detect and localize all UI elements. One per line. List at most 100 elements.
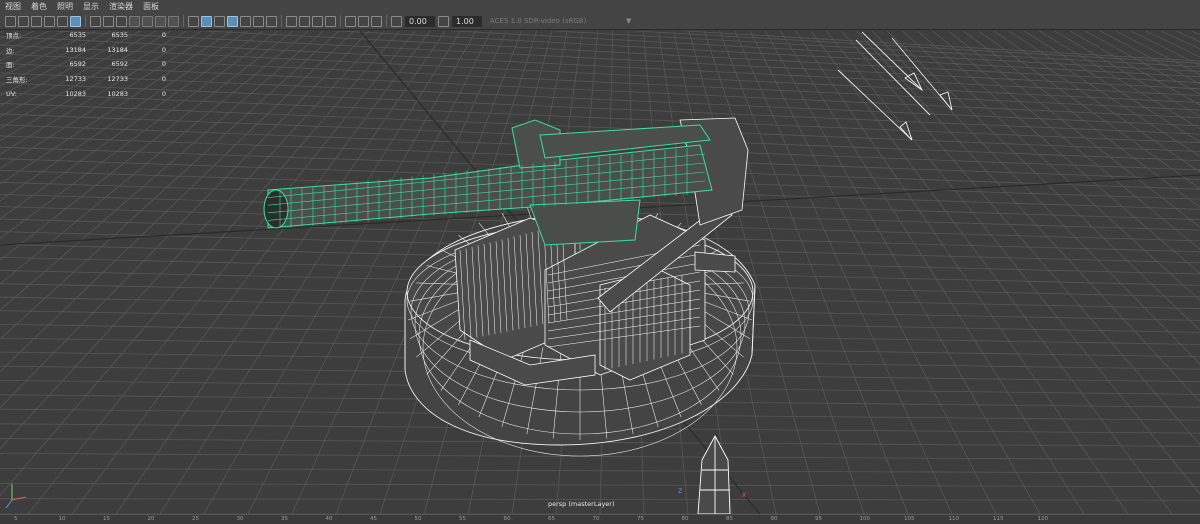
wireframe-on-shaded-icon[interactable] xyxy=(227,15,238,27)
ruler-tick-label: 115 xyxy=(993,516,1004,522)
ruler-tick-label: 5 xyxy=(14,516,18,522)
grease-pencil-icon[interactable] xyxy=(57,15,68,27)
ruler-tick-label: 55 xyxy=(459,516,466,522)
camera-attributes-icon[interactable] xyxy=(18,15,29,27)
ruler-tick-label: 50 xyxy=(414,516,422,522)
toolbar-divider xyxy=(281,15,282,27)
3d-viewport[interactable] xyxy=(0,31,1200,514)
exposure-field[interactable]: 0.00 xyxy=(405,15,435,27)
axis-x-label: X xyxy=(742,492,747,499)
hud-value: 6592 xyxy=(111,60,128,69)
gate-mask-icon[interactable] xyxy=(129,15,140,27)
hud-value: 13184 xyxy=(107,45,128,54)
hud-row: 顶点: 6535 6535 0 xyxy=(6,28,166,43)
hud-value: 6592 xyxy=(69,60,86,69)
hud-label: 三角形: xyxy=(6,76,28,85)
menu-panels[interactable]: 面板 xyxy=(138,0,164,13)
textured-icon[interactable] xyxy=(240,15,251,27)
ruler-tick-label: 60 xyxy=(503,516,511,522)
depth-of-field-icon[interactable] xyxy=(325,15,336,27)
shadows-icon[interactable] xyxy=(266,15,277,27)
toolbar-divider xyxy=(386,15,387,27)
axis-z-label: Z xyxy=(678,488,683,495)
hud-value: 0 xyxy=(161,89,166,98)
ruler-tick-label: 80 xyxy=(681,516,689,522)
color-space-dropdown[interactable]: ACES 1.0 SDR-video (sRGB) xyxy=(484,17,626,25)
safe-action-icon[interactable] xyxy=(155,15,166,27)
safe-title-icon[interactable] xyxy=(168,15,179,27)
field-chart-icon[interactable] xyxy=(142,15,153,27)
hud-value: 0 xyxy=(161,75,166,84)
toolbar-divider xyxy=(183,15,184,27)
resolution-gate-icon[interactable] xyxy=(116,15,127,27)
xray-joints-icon[interactable] xyxy=(371,15,382,27)
hud-row: 边: 13184 13184 0 xyxy=(6,43,166,58)
hud-value: 6535 xyxy=(69,31,86,40)
hud-value: 13184 xyxy=(65,45,86,54)
hud-row: UV: 10283 10283 0 xyxy=(6,86,166,101)
xray-icon[interactable] xyxy=(358,15,369,27)
hud-label: 顶点: xyxy=(6,32,22,41)
film-gate-icon[interactable] xyxy=(103,15,114,27)
viewport-toolbar: 0.00 1.00 ACES 1.0 SDR-video (sRGB) ▼ xyxy=(0,13,1200,30)
ruler-tick-label: 70 xyxy=(592,516,600,522)
camera-label: persp (masterLayer) xyxy=(548,500,615,508)
ruler-tick-label: 75 xyxy=(637,516,644,522)
image-plane-icon[interactable] xyxy=(44,15,55,27)
hud-row: 三角形: 12733 12733 0 xyxy=(6,72,166,87)
hud-label: UV: xyxy=(6,89,17,98)
menu-shading[interactable]: 着色 xyxy=(26,0,52,13)
select-camera-icon[interactable] xyxy=(5,15,16,27)
hud-value: 0 xyxy=(161,31,166,40)
motion-blur-icon[interactable] xyxy=(299,15,310,27)
wireframe-icon[interactable] xyxy=(188,15,199,27)
use-all-lights-icon[interactable] xyxy=(253,15,264,27)
smooth-shade-icon[interactable] xyxy=(201,15,212,27)
ruler-tick-label: 110 xyxy=(948,516,960,522)
menu-view[interactable]: 视图 xyxy=(0,0,26,13)
hud-value: 6535 xyxy=(111,31,128,40)
2d-pan-zoom-icon[interactable] xyxy=(70,15,81,27)
ruler-tick-label: 105 xyxy=(904,516,915,522)
ruler-tick-label: 25 xyxy=(192,516,199,522)
hud-row: 面: 6592 6592 0 xyxy=(6,57,166,72)
toolbar-divider xyxy=(340,15,341,27)
menu-show[interactable]: 显示 xyxy=(78,0,104,13)
hud-value: 10283 xyxy=(107,89,128,98)
isolate-select-icon[interactable] xyxy=(345,15,356,27)
viewport-menubar: 视图 着色 照明 显示 渲染器 面板 xyxy=(0,0,1200,13)
ruler-tick-label: 35 xyxy=(281,516,288,522)
ambient-occlusion-icon[interactable] xyxy=(286,15,297,27)
default-material-icon[interactable] xyxy=(214,15,225,27)
hud-value: 12733 xyxy=(65,75,86,84)
grid-icon[interactable] xyxy=(90,15,101,27)
ruler-tick-label: 90 xyxy=(770,516,778,522)
ruler-tick-label: 30 xyxy=(236,516,244,522)
hud-label: 面: xyxy=(6,61,15,70)
ruler-tick-label: 100 xyxy=(859,516,871,522)
ruler-tick-label: 40 xyxy=(325,516,333,522)
ruler-tick-label: 65 xyxy=(548,516,555,522)
ruler-tick-label: 95 xyxy=(815,516,822,522)
ruler-tick-label: 20 xyxy=(147,516,155,522)
hud-value: 10283 xyxy=(65,89,86,98)
hud-value: 0 xyxy=(161,45,166,54)
ruler-tick-label: 10 xyxy=(58,516,66,522)
hud-label: 边: xyxy=(6,46,15,55)
ruler-tick-label: 120 xyxy=(1037,516,1049,522)
hud-value: 12733 xyxy=(107,75,128,84)
gamma-icon[interactable] xyxy=(438,15,449,27)
menu-lighting[interactable]: 照明 xyxy=(52,0,78,13)
hud-value: 0 xyxy=(161,60,166,69)
menu-renderer[interactable]: 渲染器 xyxy=(104,0,138,13)
toolbar-divider xyxy=(85,15,86,27)
gamma-field[interactable]: 1.00 xyxy=(452,15,482,27)
bookmark-icon[interactable] xyxy=(31,15,42,27)
ruler-tick-label: 85 xyxy=(726,516,733,522)
ruler-tick-label: 15 xyxy=(103,516,110,522)
poly-count-hud: 顶点: 6535 6535 0 边: 13184 13184 0 面: 6592 6592 0 三角形:… xyxy=(6,28,166,101)
anti-aliasing-icon[interactable] xyxy=(312,15,323,27)
chevron-down-icon[interactable]: ▼ xyxy=(626,17,631,25)
ruler-tick-label: 45 xyxy=(370,516,377,522)
exposure-icon[interactable] xyxy=(391,15,402,27)
